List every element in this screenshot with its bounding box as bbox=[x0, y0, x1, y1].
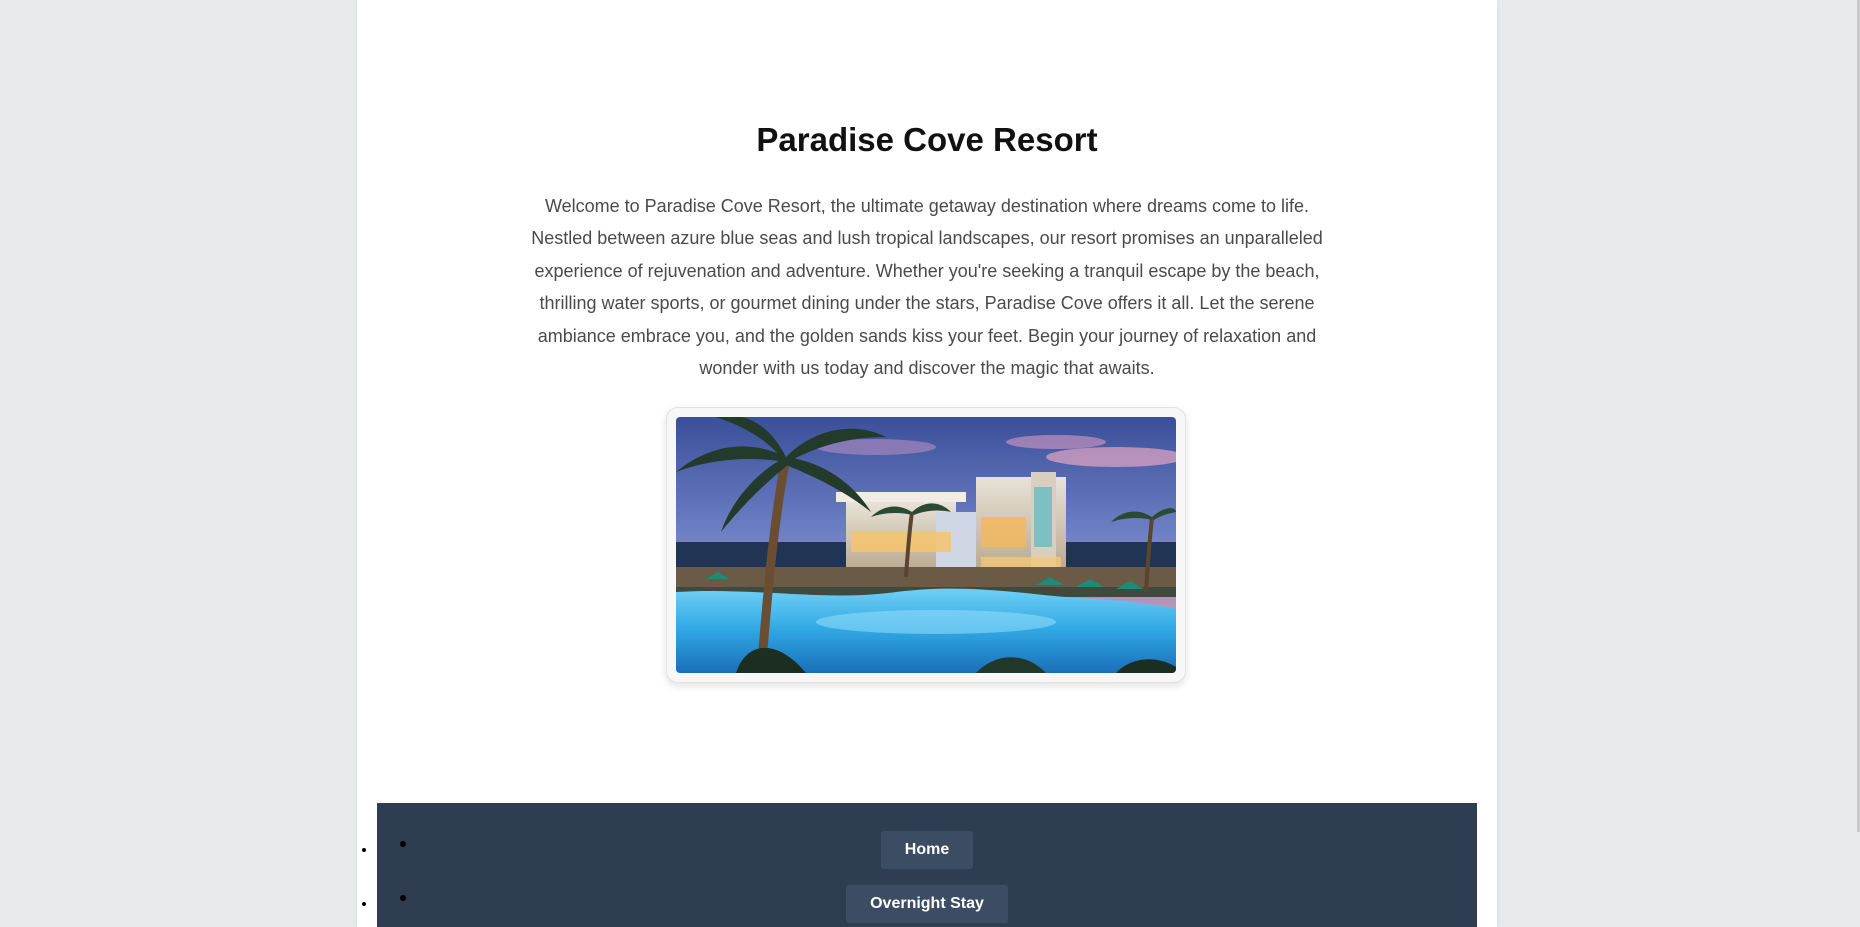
list-bullet bbox=[400, 895, 406, 901]
hero-image bbox=[676, 417, 1176, 673]
overnight-stay-button[interactable]: Overnight Stay bbox=[846, 885, 1008, 923]
list-bullet bbox=[400, 841, 406, 847]
main-nav: Home Overnight Stay bbox=[377, 803, 1477, 927]
nav-item-home: Home bbox=[377, 831, 1477, 869]
intro-paragraph: Welcome to Paradise Cove Resort, the ult… bbox=[531, 196, 1323, 379]
home-button[interactable]: Home bbox=[880, 831, 974, 869]
nav-item-overnight-stay: Overnight Stay bbox=[377, 885, 1477, 923]
resort-pool-image bbox=[676, 417, 1176, 673]
page-title: Paradise Cove Resort bbox=[756, 121, 1098, 158]
hero-image-frame bbox=[666, 407, 1186, 683]
page-container: Paradise Cove Resort Welcome to Paradise… bbox=[357, 0, 1497, 927]
